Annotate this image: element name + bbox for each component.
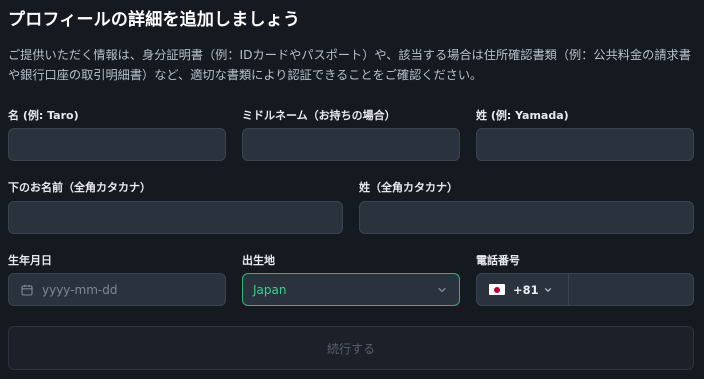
first-name-kana-field bbox=[8, 201, 343, 234]
chevron-down-icon bbox=[544, 287, 551, 292]
birth-date-label: 生年月日 bbox=[8, 254, 52, 267]
profile-details-form: プロフィールの詳細を追加しましょう ご提供いただく情報は、身分証明書（例：IDカ… bbox=[0, 0, 704, 379]
phone-label: 電話番号 bbox=[476, 254, 520, 267]
last-name-kana-field bbox=[359, 201, 694, 234]
last-name-kana-input[interactable] bbox=[360, 202, 693, 233]
phone-number-wrapper bbox=[569, 274, 693, 305]
birthplace-selected-value: Japan bbox=[253, 282, 287, 297]
calendar-icon bbox=[21, 284, 33, 296]
first-name-field bbox=[8, 128, 226, 161]
middle-name-label: ミドルネーム（お持ちの場合） bbox=[242, 109, 396, 122]
page-title: プロフィールの詳細を追加しましょう bbox=[8, 10, 301, 30]
first-name-label: 名 (例: Taro) bbox=[8, 109, 79, 122]
page-description: ご提供いただく情報は、身分証明書（例：IDカードやパスポート）や、該当する場合は… bbox=[8, 48, 691, 82]
last-name-input[interactable] bbox=[477, 129, 693, 160]
last-name-field bbox=[476, 128, 694, 161]
first-name-kana-label: 下のお名前（全角カタカナ） bbox=[8, 181, 151, 194]
first-name-input[interactable] bbox=[9, 129, 225, 160]
first-name-kana-input[interactable] bbox=[9, 202, 342, 233]
middle-name-input[interactable] bbox=[243, 129, 459, 160]
phone-number-input[interactable] bbox=[569, 274, 693, 305]
phone-field: +81 bbox=[476, 273, 694, 306]
last-name-kana-label: 姓（全角カタカナ） bbox=[359, 181, 458, 194]
last-name-label: 姓 (例: Yamada) bbox=[476, 109, 569, 122]
birthplace-select[interactable]: Japan bbox=[242, 273, 460, 306]
birthplace-label: 出生地 bbox=[242, 254, 275, 267]
chevron-down-icon bbox=[438, 287, 446, 292]
japan-flag-icon bbox=[489, 284, 505, 295]
birth-date-input[interactable] bbox=[33, 274, 225, 305]
birth-date-field bbox=[8, 273, 226, 306]
continue-button[interactable]: 続行する bbox=[8, 326, 694, 370]
country-code-selector[interactable]: +81 bbox=[477, 274, 569, 305]
dial-code: +81 bbox=[513, 282, 539, 297]
middle-name-field bbox=[242, 128, 460, 161]
